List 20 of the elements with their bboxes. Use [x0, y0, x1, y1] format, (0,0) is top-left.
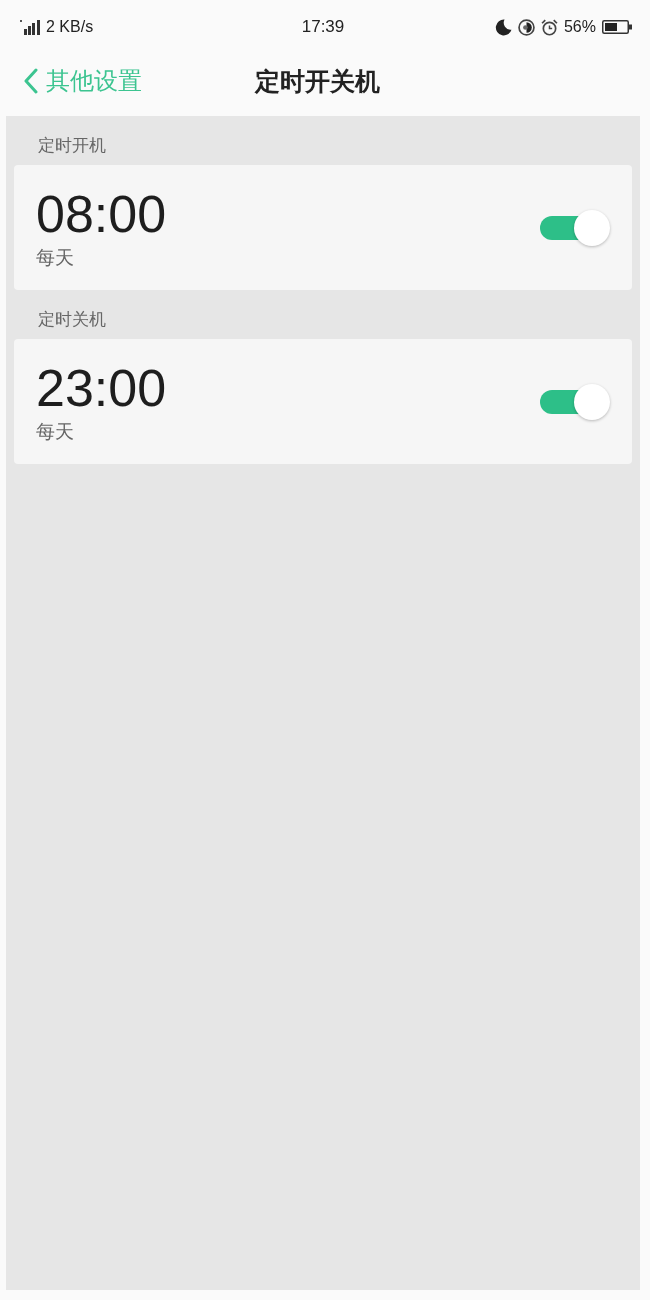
toggle-switch[interactable]: [540, 382, 612, 421]
repeat-label: 每天: [36, 418, 74, 444]
schedule-card[interactable]: 23:00 每天: [14, 339, 632, 464]
chevron-left-icon: [24, 68, 38, 94]
battery-percent: 56%: [563, 18, 596, 36]
status-time: 17:39: [301, 17, 345, 37]
page-title: 定时开关机: [255, 65, 380, 98]
schedule-time: 08:00: [36, 184, 167, 243]
moon-icon: [494, 18, 512, 36]
section-header: 定时关机: [38, 308, 106, 331]
schedule-card[interactable]: 08:00 每天: [14, 165, 632, 290]
repeat-label: 每天: [36, 244, 74, 270]
target-icon: [517, 18, 535, 36]
schedule-time: 23:00: [36, 358, 167, 417]
signal-icon: [20, 19, 40, 35]
toggle-switch[interactable]: [540, 208, 612, 247]
network-speed: 2 KB/s: [46, 18, 94, 36]
battery-icon: [602, 20, 632, 34]
section-header: 定时开机: [38, 134, 106, 157]
alarm-icon: [540, 18, 558, 36]
